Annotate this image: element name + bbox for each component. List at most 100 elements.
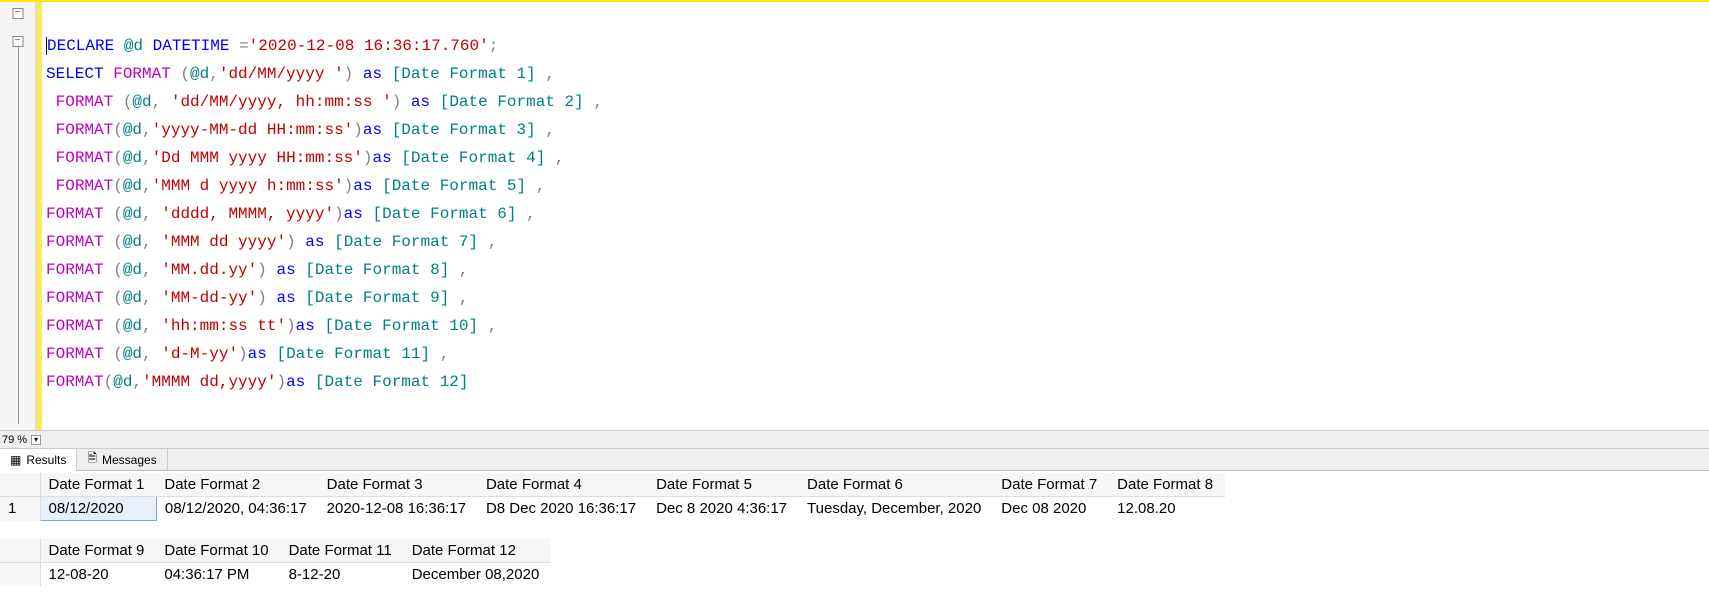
space bbox=[152, 289, 162, 307]
punct: ) bbox=[344, 65, 354, 83]
keyword: as bbox=[276, 261, 295, 279]
table-row[interactable]: 1 08/12/2020 08/12/2020, 04:36:17 2020-1… bbox=[0, 497, 1225, 521]
col-header[interactable]: Date Format 1 bbox=[40, 473, 156, 497]
string-literal: 'dd/MM/yyyy ' bbox=[219, 65, 344, 83]
variable: @d bbox=[123, 289, 142, 307]
keyword: as bbox=[296, 317, 315, 335]
alias: [Date Format 11] bbox=[276, 345, 430, 363]
cell[interactable]: D8 Dec 2020 16:36:17 bbox=[478, 497, 648, 521]
col-header[interactable]: Date Format 10 bbox=[156, 539, 280, 563]
tab-messages[interactable]: 🗎 Messages bbox=[77, 449, 167, 470]
string-literal: '2020-12-08 16:36:17.760' bbox=[249, 37, 489, 55]
row-number bbox=[0, 563, 40, 587]
punct: , bbox=[142, 177, 152, 195]
punct: ( bbox=[171, 65, 190, 83]
table-row[interactable]: 12-08-20 04:36:17 PM 8-12-20 December 08… bbox=[0, 563, 551, 587]
col-header[interactable]: Date Format 7 bbox=[993, 473, 1109, 497]
punct: , bbox=[142, 289, 152, 307]
string-literal: 'MMM dd yyyy' bbox=[161, 233, 286, 251]
space bbox=[152, 233, 162, 251]
punct: , bbox=[449, 289, 468, 307]
sql-editor[interactable]: − − DECLARE @d DATETIME ='2020-12-08 16:… bbox=[0, 0, 1709, 431]
fold-toggle[interactable]: − bbox=[12, 8, 23, 19]
space bbox=[296, 233, 306, 251]
tab-results[interactable]: ▦ Results bbox=[0, 449, 77, 471]
cell[interactable]: 8-12-20 bbox=[281, 563, 404, 587]
cell[interactable]: 08/12/2020 bbox=[40, 497, 156, 521]
function: FORMAT bbox=[46, 261, 104, 279]
cell[interactable]: December 08,2020 bbox=[404, 563, 552, 587]
results-grid[interactable]: Date Format 1 Date Format 2 Date Format … bbox=[0, 473, 1709, 594]
punct: , bbox=[152, 93, 162, 111]
row-number[interactable]: 1 bbox=[0, 497, 40, 521]
variable: @d bbox=[123, 121, 142, 139]
string-literal: 'dd/MM/yyyy, hh:mm:ss ' bbox=[171, 93, 392, 111]
col-header[interactable]: Date Format 2 bbox=[156, 473, 318, 497]
function: FORMAT bbox=[56, 121, 114, 139]
punct: ) bbox=[334, 205, 344, 223]
function: FORMAT bbox=[46, 373, 104, 391]
punct: , bbox=[478, 233, 497, 251]
space bbox=[152, 317, 162, 335]
alias: [Date Format 8] bbox=[305, 261, 449, 279]
col-header[interactable]: Date Format 12 bbox=[404, 539, 552, 563]
punct: , bbox=[478, 317, 497, 335]
punct: ( bbox=[104, 317, 123, 335]
alias: [Date Format 2] bbox=[440, 93, 584, 111]
cell[interactable]: 04:36:17 PM bbox=[156, 563, 280, 587]
table-header-row: Date Format 1 Date Format 2 Date Format … bbox=[0, 473, 1225, 497]
cell[interactable]: 2020-12-08 16:36:17 bbox=[319, 497, 478, 521]
col-header[interactable]: Date Format 8 bbox=[1109, 473, 1225, 497]
variable: @d bbox=[123, 317, 142, 335]
col-header[interactable]: Date Format 6 bbox=[799, 473, 993, 497]
cell[interactable]: Dec 08 2020 bbox=[993, 497, 1109, 521]
keyword: as bbox=[276, 289, 295, 307]
function: FORMAT bbox=[46, 289, 104, 307]
col-header[interactable]: Date Format 5 bbox=[648, 473, 799, 497]
cell[interactable]: 08/12/2020, 04:36:17 bbox=[156, 497, 318, 521]
keyword: as bbox=[286, 373, 305, 391]
alias: [Date Format 4] bbox=[401, 149, 545, 167]
punct: , bbox=[142, 345, 152, 363]
function: FORMAT bbox=[46, 317, 104, 335]
punct: , bbox=[526, 177, 545, 195]
code-area[interactable]: DECLARE @d DATETIME ='2020-12-08 16:36:1… bbox=[42, 2, 1709, 430]
zoom-value: 79 % bbox=[2, 434, 27, 446]
fold-toggle[interactable]: − bbox=[12, 36, 23, 47]
string-literal: 'dddd, MMMM, yyyy' bbox=[161, 205, 334, 223]
string-literal: 'hh:mm:ss tt' bbox=[161, 317, 286, 335]
punct: ) bbox=[238, 345, 248, 363]
cell[interactable]: Tuesday, December, 2020 bbox=[799, 497, 993, 521]
cell[interactable]: 12-08-20 bbox=[40, 563, 156, 587]
cell[interactable]: Dec 8 2020 4:36:17 bbox=[648, 497, 799, 521]
alias: [Date Format 12] bbox=[315, 373, 469, 391]
variable: @d bbox=[123, 345, 142, 363]
variable: @d bbox=[123, 177, 142, 195]
punct: , bbox=[209, 65, 219, 83]
punct: , bbox=[142, 317, 152, 335]
alias: [Date Format 7] bbox=[334, 233, 478, 251]
messages-icon: 🗎 bbox=[87, 449, 97, 470]
col-header[interactable]: Date Format 11 bbox=[281, 539, 404, 563]
col-header[interactable]: Date Format 4 bbox=[478, 473, 648, 497]
variable: @d bbox=[190, 65, 209, 83]
zoom-dropdown-icon[interactable]: ▾ bbox=[31, 435, 41, 445]
space bbox=[152, 205, 162, 223]
col-header[interactable]: Date Format 9 bbox=[40, 539, 156, 563]
keyword: as bbox=[344, 205, 363, 223]
keyword: SELECT bbox=[46, 65, 104, 83]
punct: , bbox=[142, 233, 152, 251]
punct: ( bbox=[113, 177, 123, 195]
keyword: DECLARE bbox=[47, 37, 114, 55]
alias: [Date Format 6] bbox=[372, 205, 516, 223]
col-header[interactable]: Date Format 3 bbox=[319, 473, 478, 497]
datatype: DATETIME bbox=[153, 37, 230, 55]
string-literal: 'd-M-yy' bbox=[161, 345, 238, 363]
cell[interactable]: 12.08.20 bbox=[1109, 497, 1225, 521]
fold-gutter: − − bbox=[0, 2, 36, 430]
function: FORMAT bbox=[113, 65, 171, 83]
punct: , bbox=[132, 373, 142, 391]
variable: @d bbox=[123, 233, 142, 251]
punct: ) bbox=[392, 93, 402, 111]
string-literal: 'Dd MMM yyyy HH:mm:ss' bbox=[152, 149, 363, 167]
